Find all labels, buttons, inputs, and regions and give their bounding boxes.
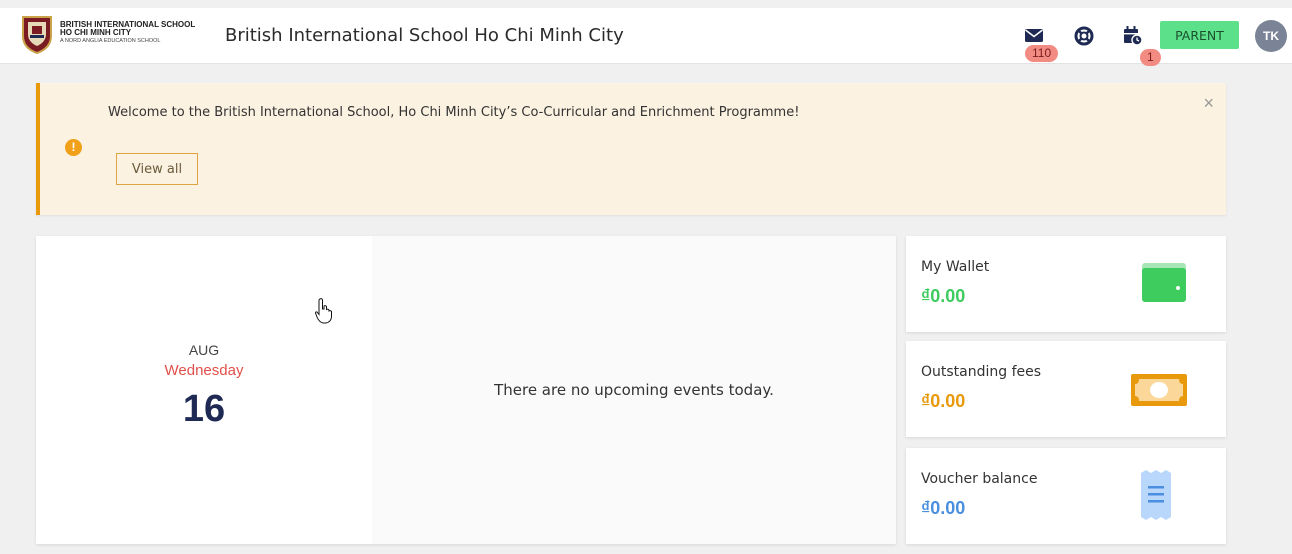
date-month: AUG: [188, 342, 220, 358]
events-panel: AUG Wednesday 16 There are no upcoming e…: [36, 236, 896, 544]
logo-line-3: A NORD ANGLIA EDUCATION SCHOOL: [60, 37, 161, 44]
no-events-message: There are no upcoming events today.: [494, 381, 774, 399]
calendar-clock-icon[interactable]: [1121, 24, 1143, 46]
date-day-number: 16: [182, 388, 226, 430]
logo-line-2: HO CHI MINH CITY: [60, 28, 132, 38]
school-crest-logo[interactable]: [20, 14, 54, 54]
school-name-title: British International School Ho Chi Minh…: [225, 25, 624, 46]
voucher-balance-card[interactable]: Voucher balance ₫0.00: [906, 448, 1226, 544]
support-lifebuoy-icon[interactable]: [1073, 25, 1095, 47]
banner-message: Welcome to the British International Sch…: [108, 105, 800, 120]
welcome-banner: ! Welcome to the British International S…: [36, 83, 1226, 215]
outstanding-fees-title: Outstanding fees: [921, 364, 1042, 380]
wallet-card-title: My Wallet: [921, 259, 990, 275]
wallet-card[interactable]: My Wallet ₫0.00: [906, 236, 1226, 332]
alert-icon: !: [65, 139, 82, 156]
voucher-balance-value: ₫0.00: [921, 498, 966, 518]
voucher-balance-title: Voucher balance: [921, 471, 1038, 487]
wallet-icon: [1142, 263, 1186, 302]
date-weekday: Wednesday: [164, 362, 244, 379]
receipt-icon: [1141, 470, 1171, 520]
parent-role-button[interactable]: PARENT: [1160, 21, 1239, 49]
top-strip: [0, 0, 1292, 8]
close-icon[interactable]: ×: [1203, 94, 1214, 112]
app-header: BRITISH INTERNATIONAL SCHOOL HO CHI MINH…: [0, 8, 1292, 66]
banknote-icon: [1131, 374, 1187, 406]
wallet-card-value: ₫0.00: [921, 286, 966, 306]
logo-text: BRITISH INTERNATIONAL SCHOOL HO CHI MINH…: [60, 20, 195, 45]
outstanding-fees-card[interactable]: Outstanding fees ₫0.00: [906, 341, 1226, 437]
mail-icon[interactable]: [1023, 24, 1045, 46]
date-box: AUG Wednesday 16: [36, 236, 372, 544]
events-count-badge: 1: [1140, 49, 1161, 66]
user-avatar[interactable]: TK: [1255, 20, 1287, 52]
view-all-button[interactable]: View all: [116, 153, 198, 185]
hand-pointer-cursor-icon: [314, 298, 332, 324]
mail-count-badge: 110: [1025, 45, 1059, 62]
outstanding-fees-value: ₫0.00: [921, 391, 966, 411]
